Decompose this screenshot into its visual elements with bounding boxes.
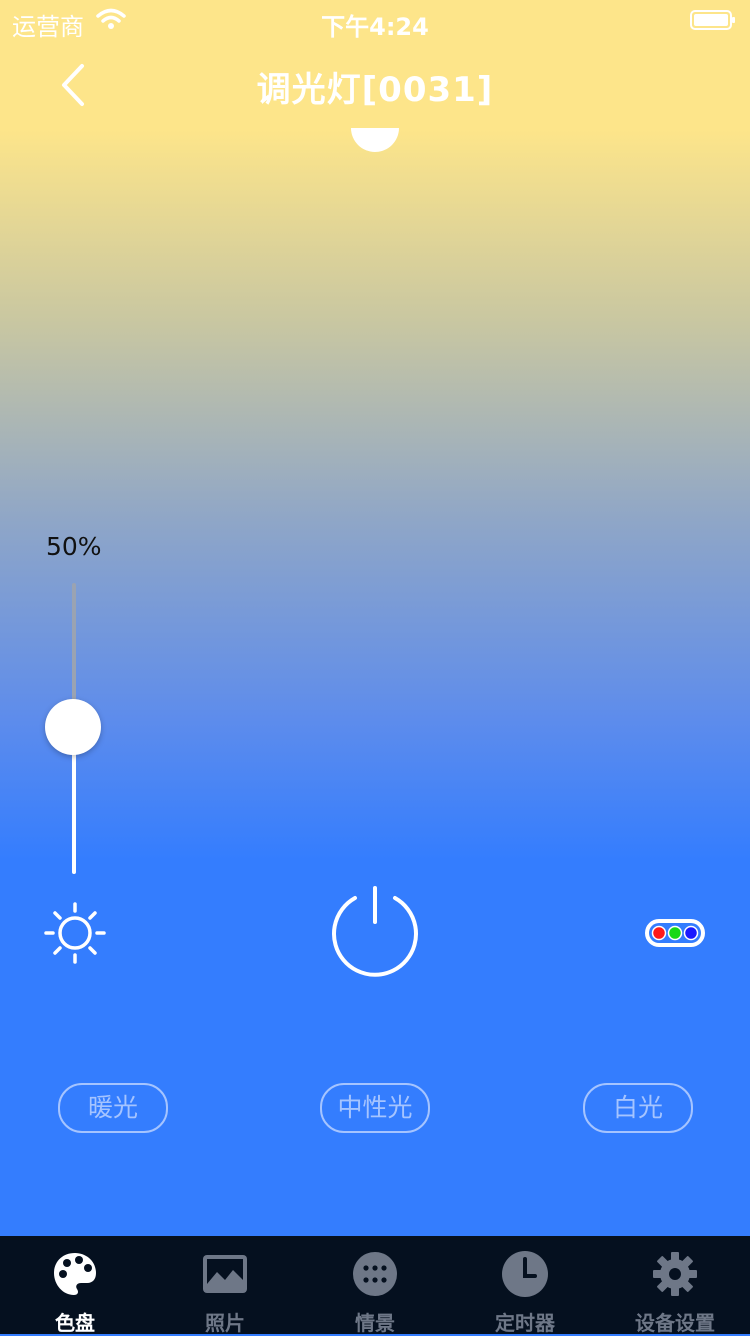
rgb-mode-icon[interactable]: [644, 918, 706, 948]
tab-timer[interactable]: 定时器: [450, 1236, 600, 1335]
battery-icon: [690, 10, 735, 30]
tab-palette[interactable]: 色盘: [0, 1236, 150, 1335]
color-temperature-canvas[interactable]: [0, 0, 750, 1236]
tab-photo[interactable]: 照片: [150, 1236, 300, 1335]
tab-label: 设备设置: [635, 1311, 715, 1335]
preset-neutral-button[interactable]: 中性光: [320, 1083, 430, 1133]
clock-time: 下午4:24: [321, 13, 429, 41]
brightness-percent-label: 50%: [46, 532, 102, 561]
tab-device-settings[interactable]: 设备设置: [600, 1236, 750, 1335]
brightness-slider-track[interactable]: [72, 583, 76, 703]
gear-icon: [653, 1252, 697, 1296]
photo-icon: [203, 1255, 247, 1293]
tab-scene[interactable]: 情景: [300, 1236, 450, 1335]
brightness-slider-fill[interactable]: [72, 750, 76, 874]
palette-icon: [54, 1253, 96, 1295]
tab-label: 情景: [355, 1311, 395, 1335]
preset-white-button[interactable]: 白光: [583, 1083, 693, 1133]
tab-label: 色盘: [55, 1311, 95, 1335]
clock-icon: [502, 1251, 548, 1297]
status-bar: 运营商 下午4:24: [0, 0, 750, 41]
preset-warm-button[interactable]: 暖光: [58, 1083, 168, 1133]
tab-bar: 色盘 照片 情景 定时器 设备设置: [0, 1236, 750, 1335]
page-title: 调光灯[0031]: [256, 70, 494, 110]
scene-grid-icon: [353, 1252, 397, 1296]
tab-label: 照片: [205, 1311, 245, 1335]
tab-label: 定时器: [495, 1311, 555, 1335]
power-button-icon[interactable]: [328, 884, 422, 982]
brightness-sun-icon: [44, 902, 106, 964]
brightness-slider-thumb[interactable]: [45, 699, 101, 755]
